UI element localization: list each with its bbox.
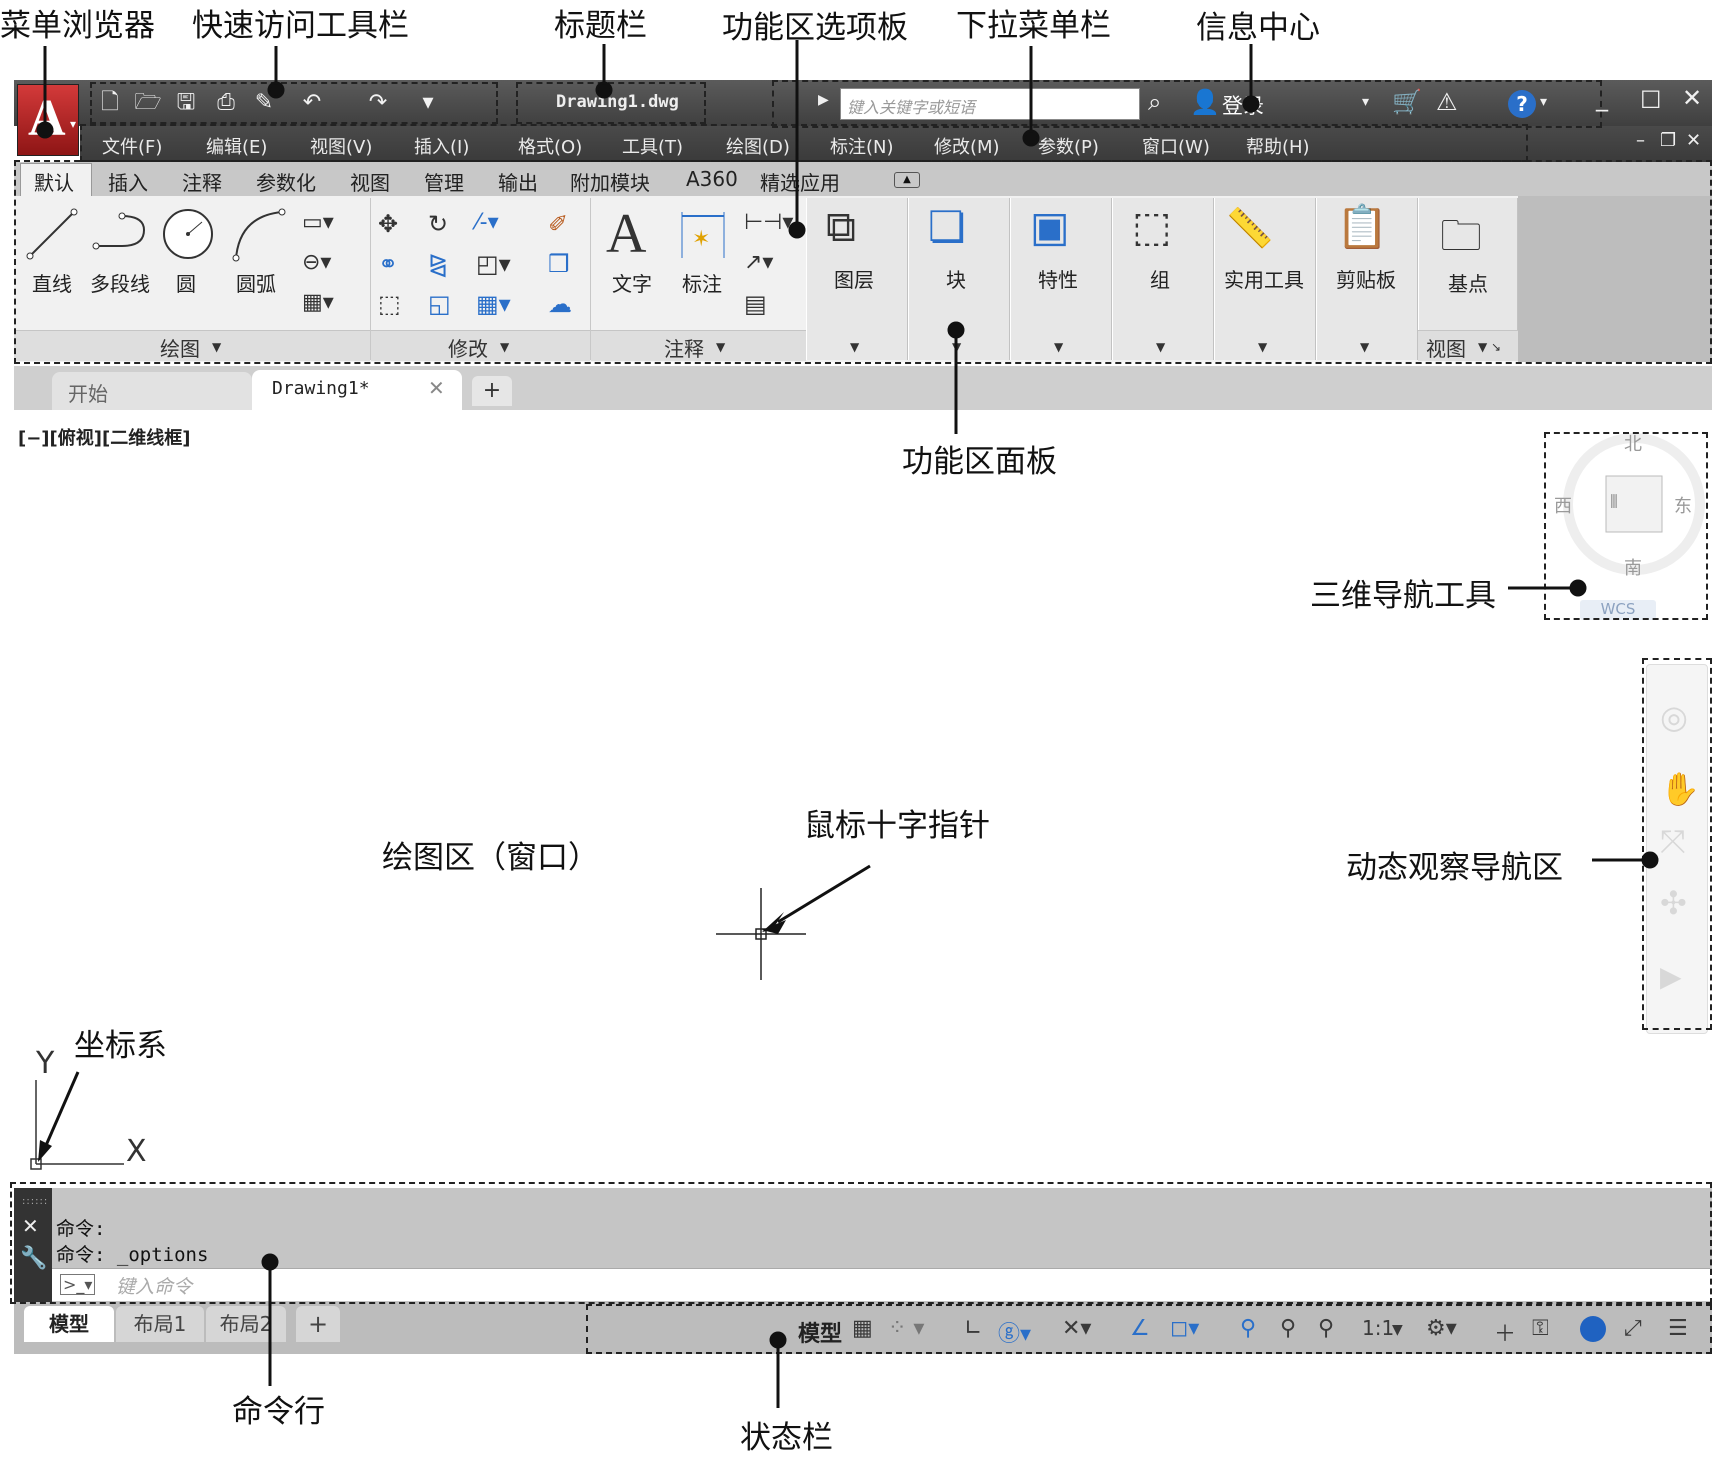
callout-viewcube: 三维导航工具 — [1310, 578, 1496, 614]
callout-ribbon-tabs: 功能区选项板 — [722, 10, 908, 46]
callout-status-bar: 状态栏 — [740, 1420, 833, 1456]
callout-quick-access: 快速访问工具栏 — [192, 8, 409, 44]
callout-dropdown-menu: 下拉菜单栏 — [956, 8, 1111, 44]
callout-crosshair: 鼠标十字指针 — [804, 808, 990, 844]
leader-lines — [36, 40, 1659, 1408]
callout-ucs: 坐标系 — [74, 1028, 167, 1064]
callout-drawing-area: 绘图区（窗口） — [382, 840, 599, 876]
callout-title-bar: 标题栏 — [554, 8, 647, 44]
callout-command-line: 命令行 — [232, 1394, 325, 1430]
callout-info-center: 信息中心 — [1196, 10, 1320, 46]
callout-menu-browser: 菜单浏览器 — [0, 8, 155, 44]
callout-ribbon-panel: 功能区面板 — [902, 444, 1057, 480]
callout-nav-bar: 动态观察导航区 — [1346, 850, 1563, 886]
